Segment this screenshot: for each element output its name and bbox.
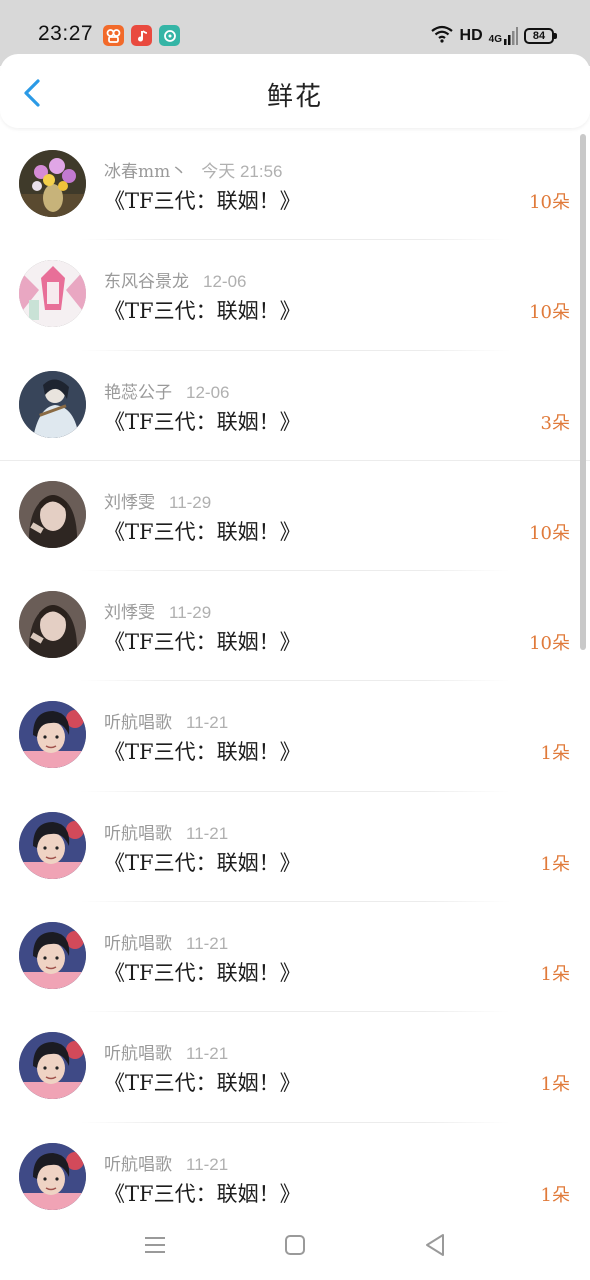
list-item[interactable]: 冰春mm丶 今天 21:56 《TF三代：联姻！》 10朵 bbox=[0, 130, 590, 241]
item-meta: 听航唱歌 11-21 bbox=[104, 708, 228, 733]
list-item[interactable]: 刘悸雯 11-29 《TF三代：联姻！》 10朵 bbox=[0, 461, 590, 572]
menu-button[interactable] bbox=[140, 1230, 170, 1260]
wifi-icon bbox=[430, 25, 454, 47]
item-meta: 刘悸雯 11-29 bbox=[104, 598, 211, 623]
timestamp: 11-21 bbox=[186, 713, 229, 733]
username[interactable]: 听航唱歌 bbox=[104, 824, 172, 844]
timestamp: 11-21 bbox=[186, 934, 229, 954]
username[interactable]: 听航唱歌 bbox=[104, 1044, 172, 1064]
flower-count: 1朵 bbox=[540, 1074, 570, 1096]
home-button[interactable] bbox=[280, 1230, 310, 1260]
avatar[interactable] bbox=[19, 370, 86, 438]
timestamp: 11-29 bbox=[169, 603, 212, 623]
item-meta: 听航唱歌 11-21 bbox=[104, 819, 228, 844]
username[interactable]: 听航唱歌 bbox=[104, 1155, 172, 1175]
flower-gift-list: 冰春mm丶 今天 21:56 《TF三代：联姻！》 10朵 东风谷景龙 12-06 《TF三… bbox=[0, 130, 590, 1233]
list-item[interactable]: 听航唱歌 11-21 《TF三代：联姻！》 1朵 bbox=[0, 902, 590, 1013]
username[interactable]: 刘悸雯 bbox=[104, 603, 155, 623]
avatar[interactable] bbox=[19, 1032, 86, 1100]
avatar[interactable] bbox=[19, 922, 86, 990]
book-title: 《TF三代：联姻！》 bbox=[104, 1071, 301, 1096]
avatar[interactable] bbox=[19, 260, 86, 328]
username[interactable]: 艳蕊公子 bbox=[104, 383, 172, 403]
book-title: 《TF三代：联姻！》 bbox=[104, 409, 301, 434]
item-meta: 艳蕊公子 12-06 bbox=[104, 378, 229, 403]
book-title: 《TF三代：联姻！》 bbox=[104, 299, 301, 324]
book-title: 《TF三代：联姻！》 bbox=[104, 519, 301, 544]
flower-count: 10朵 bbox=[529, 522, 570, 544]
flower-count: 10朵 bbox=[529, 192, 570, 213]
list-item[interactable]: 刘悸雯 11-29 《TF三代：联姻！》 10朵 bbox=[0, 571, 590, 682]
system-nav-bar bbox=[0, 1210, 590, 1280]
book-title: 《TF三代：联姻！》 bbox=[104, 1181, 301, 1206]
top-header: 鲜花 bbox=[0, 54, 590, 128]
avatar[interactable] bbox=[19, 591, 86, 659]
flower-count: 1朵 bbox=[540, 964, 570, 986]
username[interactable]: 听航唱歌 bbox=[104, 713, 172, 733]
list-item[interactable]: 东风谷景龙 12-06 《TF三代：联姻！》 10朵 bbox=[0, 240, 590, 351]
list-item[interactable]: 艳蕊公子 12-06 《TF三代：联姻！》 3朵 bbox=[0, 351, 590, 461]
status-time: 23:27 bbox=[38, 22, 94, 45]
item-meta: 冰春mm丶 今天 21:56 bbox=[104, 157, 283, 182]
menu-icon bbox=[145, 1237, 165, 1253]
flower-count: 1朵 bbox=[540, 1184, 570, 1206]
battery-icon: 84 bbox=[524, 28, 557, 44]
username[interactable]: 听航唱歌 bbox=[104, 934, 172, 954]
timestamp: 11-29 bbox=[169, 492, 212, 512]
avatar[interactable] bbox=[19, 480, 86, 548]
kuaishou-icon bbox=[103, 25, 124, 46]
flower-count: 10朵 bbox=[529, 302, 570, 324]
timestamp: 11-21 bbox=[186, 1044, 229, 1064]
list-item[interactable]: 听航唱歌 11-21 《TF三代：联姻！》 1朵 bbox=[0, 792, 590, 903]
scrollbar[interactable] bbox=[580, 134, 586, 650]
avatar[interactable] bbox=[19, 701, 86, 769]
book-title: 《TF三代：联姻！》 bbox=[104, 630, 301, 655]
username[interactable]: 东风谷景龙 bbox=[104, 272, 189, 292]
page-title: 鲜花 bbox=[266, 82, 323, 112]
item-meta: 听航唱歌 11-21 bbox=[104, 929, 228, 954]
flower-count: 1朵 bbox=[540, 743, 570, 765]
timestamp: 12-06 bbox=[203, 272, 247, 292]
book-title: 《TF三代：联姻！》 bbox=[104, 850, 301, 875]
username[interactable]: 刘悸雯 bbox=[104, 493, 155, 513]
signal-icon: 4G bbox=[489, 27, 518, 45]
book-title: 《TF三代：联姻！》 bbox=[104, 740, 301, 765]
flower-count: 1朵 bbox=[540, 853, 570, 875]
item-meta: 听航唱歌 11-21 bbox=[104, 1150, 228, 1175]
home-square-icon bbox=[285, 1235, 305, 1255]
flower-count: 10朵 bbox=[529, 633, 570, 655]
list-item[interactable]: 听航唱歌 11-21 《TF三代：联姻！》 1朵 bbox=[0, 681, 590, 792]
item-meta: 东风谷景龙 12-06 bbox=[104, 267, 246, 292]
flower-count: 3朵 bbox=[540, 412, 570, 434]
item-meta: 刘悸雯 11-29 bbox=[104, 488, 211, 513]
network-type: 4G bbox=[488, 34, 502, 45]
status-indicators: HD 4G 84 bbox=[430, 25, 557, 47]
username[interactable]: 冰春mm丶 bbox=[104, 162, 187, 182]
chat-icon bbox=[159, 25, 180, 46]
book-title: 《TF三代：联姻！》 bbox=[104, 961, 301, 986]
music-icon bbox=[131, 25, 152, 46]
timestamp: 11-21 bbox=[186, 1154, 229, 1174]
book-title: 《TF三代：联姻！》 bbox=[104, 189, 301, 213]
system-back-button[interactable] bbox=[420, 1230, 450, 1260]
avatar[interactable] bbox=[19, 1142, 86, 1210]
timestamp: 今天 21:56 bbox=[201, 162, 283, 181]
hd-indicator: HD bbox=[459, 27, 483, 44]
back-triangle-icon bbox=[426, 1234, 444, 1256]
avatar[interactable] bbox=[19, 811, 86, 879]
item-meta: 听航唱歌 11-21 bbox=[104, 1039, 228, 1064]
timestamp: 12-06 bbox=[186, 382, 230, 402]
list-item[interactable]: 听航唱歌 11-21 《TF三代：联姻！》 1朵 bbox=[0, 1012, 590, 1123]
avatar[interactable] bbox=[19, 150, 86, 217]
battery-level: 84 bbox=[532, 30, 546, 42]
timestamp: 11-21 bbox=[186, 823, 229, 843]
screen: 23:27 HD 4G 84 鲜花 冰春mm丶 今天 21:56 《TF三代：联… bbox=[0, 0, 590, 1280]
